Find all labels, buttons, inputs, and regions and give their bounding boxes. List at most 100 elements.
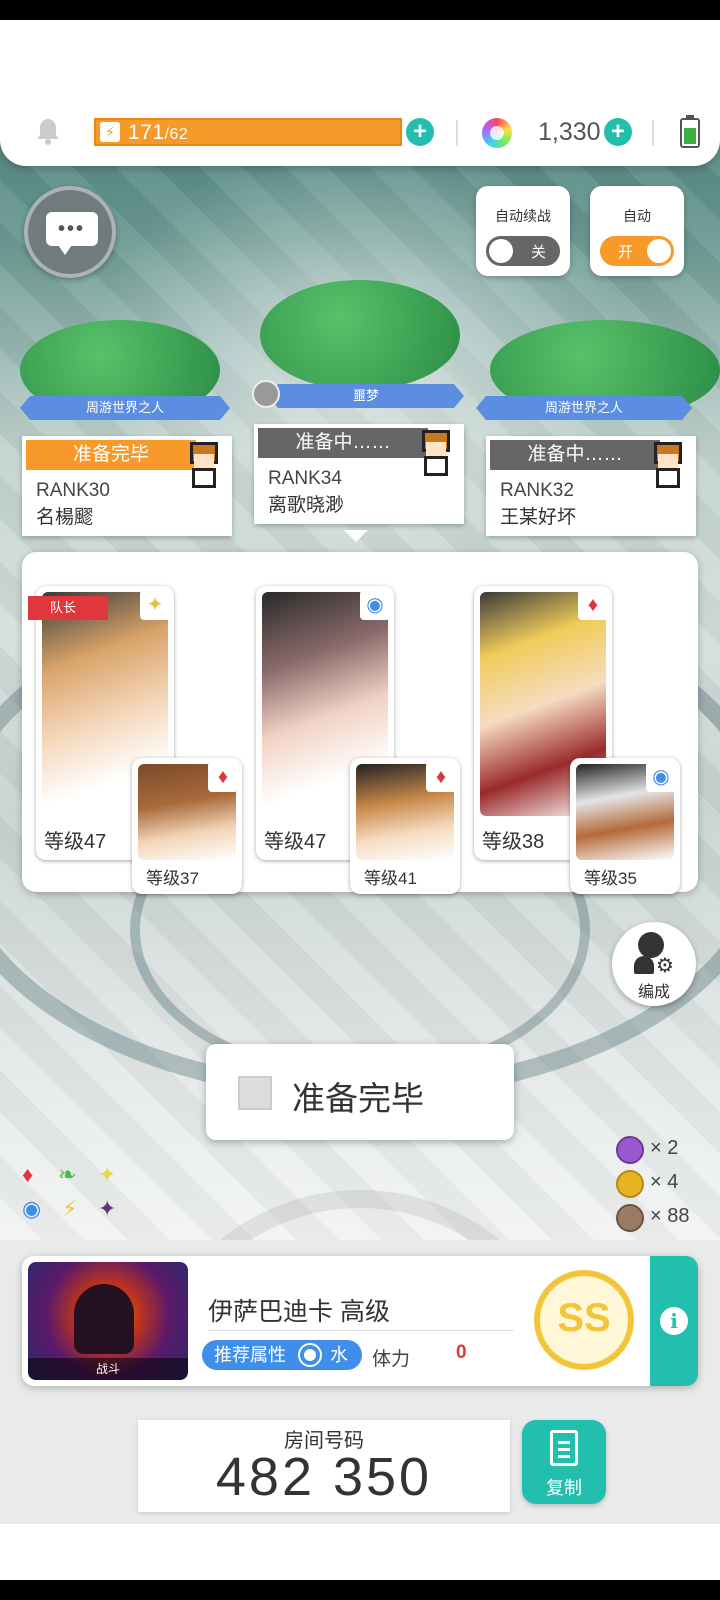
gear-icon: ⚙: [656, 955, 674, 977]
auto-continue-card: 自动续战 关: [476, 186, 570, 276]
light-element-icon: ✦: [98, 1162, 117, 1187]
boss-label: 战斗: [28, 1358, 188, 1380]
selected-player-pointer: [344, 530, 368, 542]
info-icon: i: [660, 1307, 688, 1335]
auto-continue-toggle[interactable]: 关: [486, 236, 560, 266]
ready-button[interactable]: 准备完毕: [206, 1044, 514, 1140]
character-level: 等级47: [264, 831, 327, 853]
auto-card: 自动 开: [590, 186, 684, 276]
quest-card[interactable]: 战斗 伊萨巴迪卡 高级 推荐属性 水 体力 0 SS i: [22, 1256, 698, 1386]
copy-button[interactable]: 复制: [522, 1420, 606, 1504]
element-chart: ♦ ❧ ✦ ◉ ⚡ ✦: [22, 1160, 132, 1224]
energy-max: /62: [164, 126, 189, 143]
player-avatar: [182, 442, 226, 490]
water-element-icon: ◉: [360, 590, 390, 620]
toggle-state: 关: [530, 244, 546, 261]
player-rank: RANK30: [36, 480, 110, 501]
player-rank: RANK34: [268, 468, 342, 489]
list-item: × 4: [616, 1168, 716, 1202]
fire-element-icon: ♦: [578, 590, 608, 620]
dark-element-icon: ✦: [98, 1196, 117, 1221]
player-rank: RANK32: [500, 480, 574, 501]
quest-name: 伊萨巴迪卡 高级: [208, 1298, 390, 1326]
chat-button[interactable]: •••: [24, 186, 116, 278]
fire-element-icon: ♦: [208, 762, 238, 792]
character-level: 等级38: [482, 831, 545, 853]
water-element-icon: ◉: [22, 1196, 42, 1221]
water-element-icon: [300, 1345, 320, 1365]
character-level: 等级37: [146, 869, 199, 888]
add-gems-button[interactable]: +: [604, 118, 632, 146]
player-title-ribbon: 噩梦: [268, 384, 464, 408]
system-status-bar: [0, 0, 720, 20]
gem-icon: [482, 118, 512, 148]
player-name: 名楊飂: [36, 507, 94, 528]
player-card[interactable]: 准备中…… RANK34 离歌晓渺: [254, 424, 464, 524]
edit-label: 编成: [637, 984, 670, 1001]
character-level: 等级35: [584, 869, 637, 888]
list-item: × 88: [616, 1202, 716, 1236]
stamina-value: 0: [456, 1342, 467, 1363]
player-status: 准备中……: [490, 440, 660, 470]
player-avatar: [646, 442, 690, 490]
gem-count: 1,330: [538, 118, 601, 146]
player-status: 准备完毕: [26, 440, 196, 470]
battery-icon: [680, 115, 700, 148]
divider: [208, 1330, 514, 1331]
clipboard-icon: [550, 1430, 578, 1466]
fire-element-icon: ♦: [426, 762, 456, 792]
add-energy-button[interactable]: +: [406, 118, 434, 146]
room-number: 482 350: [215, 1447, 433, 1507]
quest-info-button[interactable]: i: [650, 1256, 698, 1386]
auto-label: 自动: [623, 208, 651, 224]
light-element-icon: ✦: [140, 590, 170, 620]
auto-continue-label: 自动续战: [495, 208, 551, 224]
edit-team-button[interactable]: ⚙ 编成: [612, 922, 696, 1006]
item-count: × 2: [650, 1137, 679, 1159]
resource-bar: ⚡ 171/62 + 1,330 +: [0, 20, 720, 166]
system-nav-bar: [0, 1580, 720, 1600]
bottom-strip: [0, 1524, 720, 1600]
divider: [456, 120, 458, 146]
player-title-ribbon: 周游世界之人: [476, 396, 692, 420]
energy-bar: ⚡ 171/62: [94, 118, 402, 146]
sub-character-card[interactable]: ◉ 等级35: [570, 758, 680, 894]
ready-checkbox[interactable]: [238, 1076, 272, 1110]
player-name: 离歌晓渺: [268, 495, 345, 516]
player-title-ribbon: 周游世界之人: [20, 396, 230, 420]
auto-toggle[interactable]: 开: [600, 236, 674, 266]
ready-label: 准备完毕: [292, 1080, 424, 1117]
recommended-label: 推荐属性: [214, 1345, 286, 1365]
water-element-icon: ◉: [646, 762, 676, 792]
sub-character-card[interactable]: ♦ 等级41: [350, 758, 460, 894]
room-number-card: 房间号码 482 350: [138, 1420, 510, 1512]
recommended-element: 推荐属性 水: [202, 1340, 362, 1370]
player-avatar: [414, 430, 458, 478]
purple-medal-icon: [616, 1136, 644, 1164]
toggle-state: 开: [618, 244, 634, 261]
bell-icon[interactable]: [33, 116, 63, 146]
item-count: × 88: [650, 1205, 690, 1227]
player-card[interactable]: 准备中…… RANK32 王某好坏: [486, 436, 696, 536]
player-card[interactable]: 准备完毕 RANK30 名楊飂: [22, 436, 232, 536]
bronze-medal-icon: [616, 1204, 644, 1232]
element-name: 水: [330, 1345, 348, 1365]
thunder-element-icon: ⚡: [62, 1196, 78, 1221]
lightning-icon: ⚡: [100, 122, 120, 142]
character-level: 等级47: [44, 831, 107, 853]
skull-icon: [252, 380, 280, 408]
fire-element-icon: ♦: [22, 1162, 34, 1187]
list-item: × 2: [616, 1134, 716, 1168]
rank-text: SS: [557, 1296, 611, 1340]
item-count: × 4: [650, 1171, 679, 1193]
gold-medal-icon: [616, 1170, 644, 1198]
character-level: 等级41: [364, 869, 417, 888]
wind-element-icon: ❧: [58, 1162, 77, 1187]
sub-character-card[interactable]: ♦ 等级37: [132, 758, 242, 894]
player-status: 准备中……: [258, 428, 428, 458]
rank-medal: SS: [534, 1270, 634, 1370]
energy-value: 171: [128, 121, 165, 144]
stamina-label: 体力: [372, 1349, 411, 1370]
boss-thumbnail: 战斗: [28, 1262, 188, 1380]
player-name: 王某好坏: [500, 507, 577, 528]
